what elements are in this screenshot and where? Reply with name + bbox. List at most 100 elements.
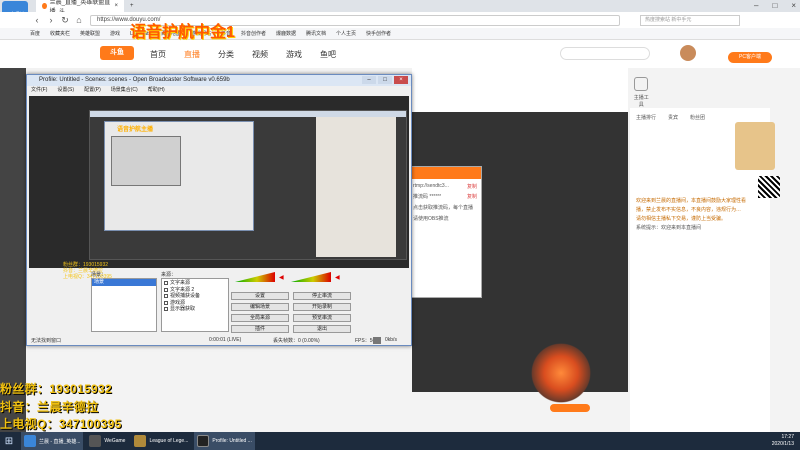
mic-volume-meter[interactable] (235, 272, 275, 282)
obs-window-controls: – □ × (362, 76, 408, 84)
nested-obs-window-2 (111, 136, 181, 186)
obs-button[interactable]: 退出 (293, 325, 351, 333)
source-label: 显示器获取 (170, 306, 196, 312)
site-search-input[interactable] (560, 47, 650, 60)
site-nav-item[interactable]: 鱼吧 (320, 49, 336, 60)
copy-link[interactable]: 复制 (467, 183, 477, 190)
bitrate-readout: 0kb/s (385, 337, 397, 343)
reward-banner[interactable] (735, 122, 775, 170)
copy-link[interactable]: 复制 (467, 193, 477, 200)
scenes-label: 场景： (91, 272, 107, 278)
close-icon[interactable]: × (791, 1, 796, 10)
bookmark-item[interactable]: 抖音创作者 (241, 30, 266, 37)
site-nav-item[interactable]: 直播 (184, 49, 200, 60)
dialog-row: 点击获取推流码，每个直播 (409, 200, 481, 211)
taskbar: ⊞ 兰晨 - 直播_英雄... WeGame League of Lege...… (0, 432, 800, 450)
speaker-icon[interactable]: ◀ (279, 274, 285, 281)
bookmark-item[interactable]: 游戏 (110, 30, 120, 37)
lol-icon (134, 435, 147, 447)
dialog-row: 请使用OBS推流 (409, 211, 481, 222)
site-nav-item[interactable]: 游戏 (286, 49, 302, 60)
source-checkbox[interactable] (164, 300, 168, 305)
taskbar-item-lol[interactable]: League of Lege... (131, 432, 191, 450)
taskbar-item-wegame[interactable]: WeGame (86, 432, 128, 450)
browser-tab-active[interactable]: 兰晨_直播_英雄联盟直播_斗... × (36, 0, 124, 15)
obs-menu-item[interactable]: 配置(P) (84, 86, 101, 95)
chat-tab[interactable]: 主播排行 (636, 114, 656, 121)
taskbar-item-obs[interactable]: Profile: Untitled ... (194, 432, 255, 450)
source-checkbox[interactable] (164, 287, 168, 292)
browser-search-input[interactable]: 热度搜索站 新中手元 (640, 14, 740, 26)
obs-menubar: 文件(F) 设置(S) 配置(P) 场景集合(C) 帮助(H) (27, 86, 411, 95)
pc-client-button[interactable]: PC客户端 (728, 52, 772, 63)
tab-close-icon[interactable]: × (114, 3, 118, 9)
start-icon[interactable]: ⊞ (0, 432, 18, 450)
obs-button[interactable]: 开始录制 (293, 303, 351, 311)
chat-tab[interactable]: 贵宾 (668, 114, 678, 121)
obs-menu-item[interactable]: 帮助(H) (148, 86, 165, 95)
rocket-gift-button[interactable] (550, 404, 590, 412)
minimize-icon[interactable]: – (754, 1, 758, 10)
overlay-fan-group: 粉丝群：193015932 (0, 382, 112, 396)
obs-button[interactable]: 编辑场景 (231, 303, 289, 311)
taskbar-label: League of Lege... (149, 438, 189, 444)
chat-tab[interactable]: 粉丝团 (690, 114, 705, 121)
obs-close-icon[interactable]: × (394, 76, 408, 84)
obs-button[interactable]: 设置 (231, 292, 289, 300)
refresh-icon[interactable]: ↻ (58, 15, 72, 26)
audio-mixer: ◀ ◀ (231, 270, 351, 286)
site-nav-item[interactable]: 首页 (150, 49, 166, 60)
bookmark-item[interactable]: 英雄联盟 (80, 30, 100, 37)
obs-button[interactable]: 插件 (231, 325, 289, 333)
window-controls: – □ × (754, 1, 796, 10)
browser-icon (24, 435, 36, 447)
left-sidebar (0, 68, 26, 432)
maximize-icon[interactable]: □ (772, 1, 777, 10)
obs-button[interactable]: 全局来源 (231, 314, 289, 322)
dialog-row: 推流码 ****** 复制 (409, 189, 481, 200)
bookmark-item[interactable]: 爆鹿数据 (276, 30, 296, 37)
dropped-frames: 丢失帧数：0 (0.00%) (273, 338, 320, 344)
obs-statusbar: 无法找到窗口 0:00:01 (LIVE) 丢失帧数：0 (0.00%) FPS… (29, 337, 409, 345)
site-logo[interactable]: 斗鱼 (100, 46, 134, 60)
obs-minimize-icon[interactable]: – (362, 76, 376, 84)
overlay-qq: 上电视Q：347100395 (0, 417, 122, 431)
bookmark-item[interactable]: 腾讯文档 (306, 30, 326, 37)
obs-button[interactable]: 停止串流 (293, 292, 351, 300)
speaker-icon-2[interactable]: ◀ (335, 274, 341, 281)
system-clock[interactable]: 17:27 2020/1/13 (772, 434, 794, 448)
rocket-gift-icon[interactable] (528, 338, 594, 408)
stream-settings-dialog: rtmp://sendtc3... 复制 推流码 ****** 复制 点击获取推流码，每… (408, 166, 482, 298)
site-nav: 首页 直播 分类 视频 游戏 鱼吧 (150, 49, 336, 60)
category-item[interactable]: 主播工具 (632, 76, 650, 108)
new-tab-button[interactable]: + (124, 0, 140, 12)
source-checkbox[interactable] (164, 307, 168, 312)
dialog-header (409, 167, 481, 179)
bookmark-item[interactable]: 百度 (30, 30, 40, 37)
home-icon[interactable]: ⌂ (72, 15, 86, 25)
source-item[interactable]: 显示器获取 (164, 306, 226, 313)
bookmark-item[interactable]: 快手创作者 (366, 30, 391, 37)
desktop-volume-meter[interactable] (291, 272, 331, 282)
taskbar-item-browser[interactable]: 兰晨 - 直播_英雄... (21, 432, 84, 450)
obs-menu-item[interactable]: 场景集合(C) (111, 86, 138, 95)
sources-label: 来源： (161, 272, 177, 278)
obs-menu-item[interactable]: 文件(F) (31, 86, 47, 95)
bookmark-item[interactable]: 收藏夹栏 (50, 30, 70, 37)
site-nav-item[interactable]: 视频 (252, 49, 268, 60)
avatar[interactable] (680, 45, 696, 61)
obs-button[interactable]: 预览串流 (293, 314, 351, 322)
back-icon[interactable]: ‹ (30, 15, 44, 25)
obs-button-grid: 设置 停止串流 编辑场景 开始录制 全局来源 预览串流 插件 退出 (231, 292, 351, 334)
list-item[interactable]: 场景 (92, 279, 156, 286)
chat-message: 播，禁止发布不实信息，不良内容，违规行为… (636, 207, 742, 213)
source-checkbox[interactable] (164, 281, 168, 286)
bookmark-item[interactable]: 个人主页 (336, 30, 356, 37)
obs-maximize-icon[interactable]: □ (378, 76, 392, 84)
chat-message: 请勿相信主播私下交易，谨防上当受骗。 (636, 216, 727, 222)
obs-menu-item[interactable]: 设置(S) (57, 86, 74, 95)
obs-title: Profile: Untitled - Scenes: scenes - Ope… (27, 75, 411, 86)
site-nav-item[interactable]: 分类 (218, 49, 234, 60)
forward-icon[interactable]: › (44, 15, 58, 25)
source-checkbox[interactable] (164, 294, 168, 299)
